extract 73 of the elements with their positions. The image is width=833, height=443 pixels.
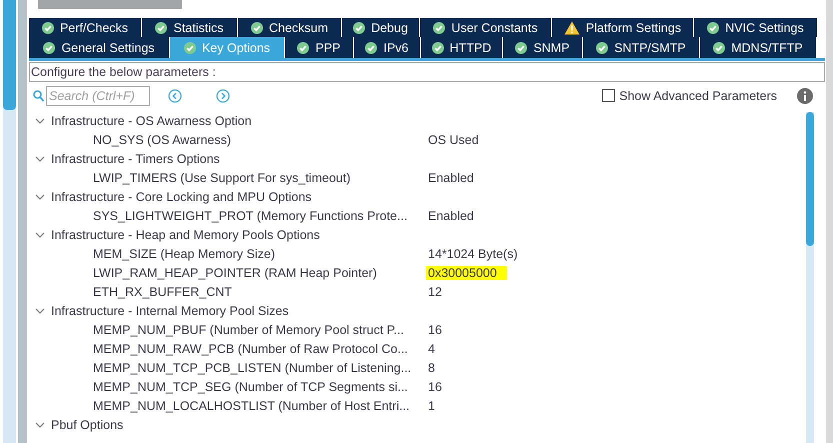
search-icon (33, 90, 44, 102)
parameter-name[interactable]: MEMP_NUM_TCP_SEG (Number of TCP Segments si... (93, 380, 423, 394)
scrollbar-thumb[interactable] (3, 0, 16, 110)
check-circle-icon (432, 42, 444, 54)
group-label[interactable]: Infrastructure - Timers Options (51, 152, 220, 166)
parameter-value[interactable]: OS Used (426, 132, 489, 146)
chevron-icon[interactable] (35, 194, 45, 200)
parameter-value[interactable]: 14*1024 Byte(s) (426, 246, 528, 260)
tab[interactable]: HTTPD (421, 37, 503, 58)
parameter-name[interactable]: ETH_RX_BUFFER_CNT (93, 284, 423, 298)
parameter-value[interactable]: Enabled (426, 170, 484, 184)
tab[interactable]: MDNS/TFTP (700, 37, 817, 58)
parameter-value[interactable]: 4 (426, 342, 445, 356)
tab[interactable]: SNMP (503, 37, 583, 58)
check-circle-icon (353, 22, 366, 34)
tab[interactable]: General Settings (29, 37, 170, 58)
parameter-name[interactable]: LWIP_RAM_HEAP_POINTER (RAM Heap Pointer) (93, 266, 423, 280)
check-circle-icon (713, 42, 726, 54)
checkbox-label: Show Advanced Parameters (619, 88, 777, 102)
tab[interactable]: User Constants (420, 18, 552, 37)
check-circle-icon (596, 42, 608, 54)
group-label[interactable]: Infrastructure - Core Locking and MPU Options (51, 190, 312, 204)
parameter-name[interactable]: MEMP_NUM_PBUF (Number of Memory Pool struct P... (93, 322, 423, 336)
tab[interactable]: NVIC Settings (694, 18, 818, 37)
chevron-icon[interactable] (35, 232, 45, 238)
parameter-name[interactable]: MEMP_NUM_RAW_PCB (Number of Raw Protocol Co... (93, 342, 423, 356)
check-circle-icon (184, 42, 196, 54)
check-circle-icon (433, 22, 446, 34)
parameter-name[interactable]: MEMP_NUM_LOCALHOSTLIST (Number of Host Entri... (93, 398, 423, 412)
check-circle-icon (250, 22, 263, 34)
next-icon[interactable] (216, 88, 230, 102)
check-circle-icon (155, 22, 168, 34)
chevron-icon[interactable] (35, 422, 45, 428)
parameter-value[interactable]: 8 (426, 360, 445, 374)
tab[interactable]: Perf/Checks (29, 18, 142, 37)
chevron-icon[interactable] (35, 308, 45, 314)
parameter-value[interactable]: 16 (426, 380, 452, 394)
group-label[interactable]: Pbuf Options (51, 418, 124, 432)
chevron-icon[interactable] (35, 118, 45, 124)
parameter-name[interactable]: MEMP_NUM_TCP_PCB_LISTEN (Number of Listening... (93, 360, 423, 374)
group-label[interactable]: Infrastructure - Internal Memory Pool Sizes (51, 304, 289, 318)
check-circle-icon (365, 42, 378, 54)
parameter-value[interactable]: Enabled (426, 208, 484, 222)
tab[interactable]: Statistics (142, 18, 238, 37)
parameter-name[interactable]: SYS_LIGHTWEIGHT_PROT (Memory Functions Prote... (93, 208, 423, 222)
parameter-name[interactable]: LWIP_TIMERS (Use Support For sys_timeout) (93, 170, 423, 184)
group-label[interactable]: Infrastructure - Heap and Memory Pools Options (51, 228, 320, 242)
tab[interactable]: Checksum (238, 18, 342, 37)
search-field[interactable]: Search (Ctrl+F) (46, 86, 150, 106)
parameter-name[interactable]: NO_SYS (OS Awarness) (93, 132, 423, 146)
tab[interactable]: SNTP/SMTP (583, 37, 700, 58)
parameter-value[interactable]: 16 (426, 322, 452, 336)
check-circle-icon (42, 22, 54, 34)
parameter-value[interactable]: 0x30005000 (426, 266, 507, 280)
check-circle-icon (515, 42, 528, 54)
group-label[interactable]: Infrastructure - OS Awarness Option (51, 114, 252, 128)
warning-icon (564, 20, 580, 34)
check-circle-icon (297, 42, 310, 54)
scrollbar-thumb[interactable] (806, 112, 814, 246)
checkbox[interactable] (602, 89, 616, 102)
parameter-value[interactable]: 12 (426, 284, 452, 298)
parameter-value[interactable]: 1 (426, 398, 445, 412)
tab[interactable]: Debug (342, 18, 420, 37)
tab[interactable]: PPP (285, 37, 354, 58)
info-icon[interactable] (797, 88, 813, 104)
check-circle-icon (43, 42, 56, 54)
tab[interactable]: IPv6 (354, 37, 421, 58)
section-header: Configure the below parameters : (29, 62, 825, 82)
chevron-icon[interactable] (35, 156, 45, 162)
check-circle-icon (707, 22, 720, 34)
parameter-name[interactable]: MEM_SIZE (Heap Memory Size) (93, 246, 423, 260)
previous-icon[interactable] (168, 88, 182, 102)
tab[interactable]: Platform Settings (552, 18, 694, 37)
